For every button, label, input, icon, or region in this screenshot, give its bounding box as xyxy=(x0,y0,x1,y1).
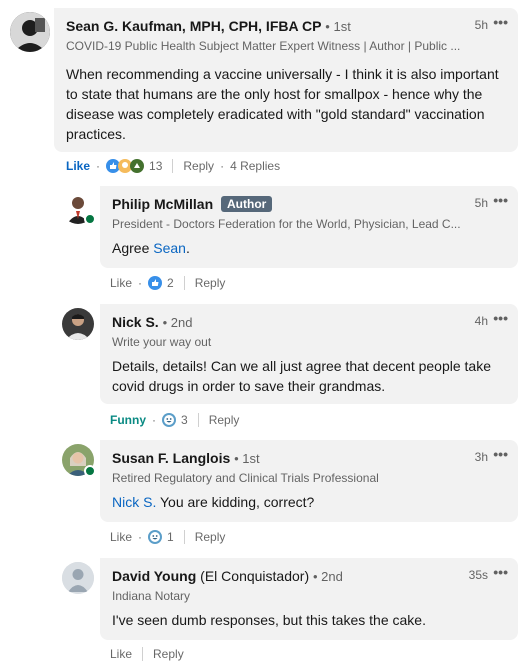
comment-time: 5h xyxy=(474,18,488,32)
commenter-name[interactable]: Sean G. Kaufman, MPH, CPH, IFBA CP xyxy=(66,18,321,34)
online-status-icon xyxy=(84,213,96,225)
funny-button[interactable]: Funny xyxy=(110,413,146,427)
funny-reaction-icon[interactable] xyxy=(148,530,163,544)
commenter-headline: Write your way out xyxy=(112,335,212,349)
commenter-headline: COVID-19 Public Health Subject Matter Ex… xyxy=(66,39,461,53)
comment-bubble: David Young (El Conquistador) • 2nd Indi… xyxy=(100,558,518,640)
divider xyxy=(183,276,185,290)
comment-bubble: Philip McMillan Author President - Docto… xyxy=(100,186,518,268)
comment-actions: Like · 1 Reply xyxy=(110,529,225,545)
comment-text: I've seen dumb responses, but this takes… xyxy=(112,612,426,628)
comment-time: 5h xyxy=(474,196,488,210)
divider xyxy=(183,530,185,544)
divider xyxy=(172,159,174,173)
comment-time: 35s xyxy=(468,568,488,582)
funny-reaction-icon[interactable] xyxy=(162,413,176,427)
comment-actions: Like · 2 Reply xyxy=(110,275,225,291)
avatar-nick[interactable] xyxy=(62,308,94,340)
connection-degree: • 2nd xyxy=(162,315,193,330)
comment-text-suffix: You are kidding, correct? xyxy=(156,494,315,510)
more-options-icon[interactable]: ••• xyxy=(493,14,508,30)
separator-dot: · xyxy=(138,276,143,290)
connection-degree: • 1st xyxy=(234,451,260,466)
separator-dot: · xyxy=(96,159,101,173)
connection-degree: • 2nd xyxy=(313,569,343,584)
commenter-headline: Indiana Notary xyxy=(112,589,191,603)
reply-button[interactable]: Reply xyxy=(153,647,184,661)
comment-actions: Like Reply xyxy=(110,646,184,662)
separator-dot: · xyxy=(220,159,225,173)
avatar-sean[interactable] xyxy=(10,12,50,52)
mention-link[interactable]: Sean xyxy=(153,240,186,256)
avatar-david[interactable] xyxy=(62,562,94,594)
more-options-icon[interactable]: ••• xyxy=(493,446,508,462)
reply-button[interactable]: Reply xyxy=(195,530,226,544)
comment-bubble: Sean G. Kaufman, MPH, CPH, IFBA CP • 1st… xyxy=(54,8,518,152)
author-badge: Author xyxy=(221,196,273,212)
more-options-icon[interactable]: ••• xyxy=(493,310,508,326)
commenter-name[interactable]: Philip McMillan xyxy=(112,196,213,212)
comment-bubble: Susan F. Langlois • 1st Retired Regulato… xyxy=(100,440,518,522)
reactions-icons[interactable] xyxy=(106,159,145,173)
more-options-icon[interactable]: ••• xyxy=(493,564,508,580)
avatar-nick-photo xyxy=(62,308,94,340)
comment-text-prefix: Agree xyxy=(112,240,154,256)
commenter-nickname: (El Conquistador) xyxy=(200,568,310,584)
like-button[interactable]: Like xyxy=(66,159,90,173)
comment-bubble: Nick S. • 2nd Write your way out 4h ••• … xyxy=(100,304,518,404)
more-options-icon[interactable]: ••• xyxy=(493,192,508,208)
like-reaction-icon[interactable] xyxy=(148,276,163,290)
connection-degree: • 1st xyxy=(325,19,351,34)
mention-link[interactable]: Nick S. xyxy=(112,494,156,510)
reaction-count[interactable]: 1 xyxy=(167,530,174,544)
comment-text: Details, details! Can we all just agree … xyxy=(112,358,492,394)
comment-text: Nick S. You are kidding, correct? xyxy=(112,492,314,512)
like-button[interactable]: Like xyxy=(110,647,132,661)
reaction-count[interactable]: 3 xyxy=(181,413,188,427)
reply-button[interactable]: Reply xyxy=(183,159,214,173)
reaction-count[interactable]: 2 xyxy=(167,276,174,290)
comment-time: 4h xyxy=(474,314,488,328)
comment-actions: Funny · 3 Reply xyxy=(110,412,239,428)
commenter-headline: Retired Regulatory and Clinical Trials P… xyxy=(112,471,379,485)
default-person-icon xyxy=(62,562,94,594)
replies-count-link[interactable]: 4 Replies xyxy=(230,159,280,173)
commenter-name[interactable]: Nick S. xyxy=(112,314,159,330)
comment-text: When recommending a vaccine universally … xyxy=(66,66,499,142)
divider xyxy=(142,647,144,661)
commenter-name[interactable]: David Young xyxy=(112,568,196,584)
comment-time: 3h xyxy=(474,450,488,464)
separator-dot: · xyxy=(138,530,143,544)
like-button[interactable]: Like xyxy=(110,530,132,544)
commenter-headline: President - Doctors Federation for the W… xyxy=(112,217,461,231)
support-reaction-icon xyxy=(130,159,145,173)
comment-actions: Like · 13 Reply · 4 Replies xyxy=(66,158,280,174)
comment-text: Agree Sean. xyxy=(112,238,190,258)
like-button[interactable]: Like xyxy=(110,276,132,290)
avatar-sean-photo xyxy=(10,12,50,52)
online-status-icon xyxy=(84,465,96,477)
commenter-name[interactable]: Susan F. Langlois xyxy=(112,450,230,466)
separator-dot: · xyxy=(152,413,156,427)
divider xyxy=(197,413,199,427)
reply-button[interactable]: Reply xyxy=(195,276,226,290)
reaction-count[interactable]: 13 xyxy=(149,159,162,173)
reply-button[interactable]: Reply xyxy=(209,413,240,427)
comment-text-suffix: . xyxy=(185,240,190,256)
